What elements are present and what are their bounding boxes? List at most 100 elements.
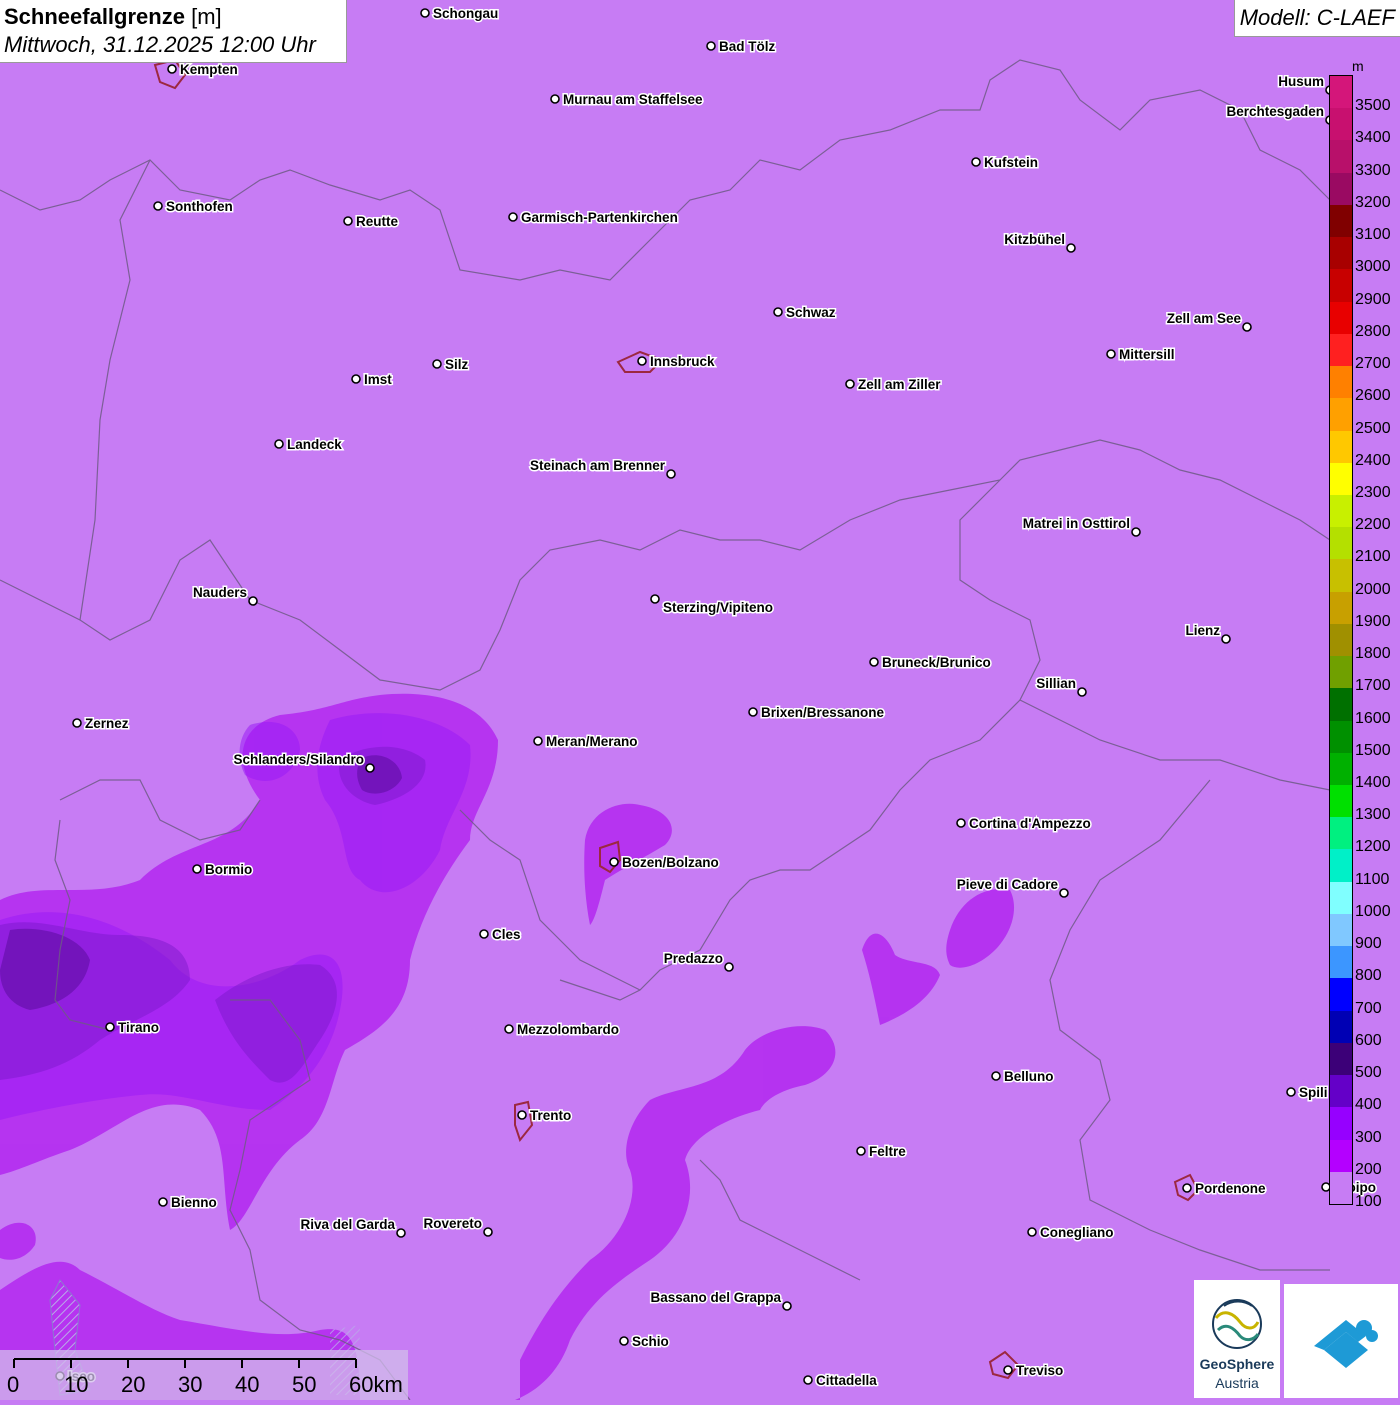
scale-label: 30 <box>178 1372 203 1397</box>
map-datetime: Mittwoch, 31.12.2025 12:00 Uhr <box>4 32 316 57</box>
city-marker[interactable]: Schongau <box>420 5 500 23</box>
map-title-main: Schneefallgrenze <box>4 4 185 29</box>
city-dot-icon <box>782 1301 792 1311</box>
legend-level-label: 1400 <box>1355 774 1391 792</box>
city-dot-icon <box>971 157 981 167</box>
legend-swatch <box>1330 269 1352 303</box>
city-label: Lienz <box>1185 623 1220 638</box>
legend-swatch <box>1330 1171 1352 1205</box>
city-dot-icon <box>420 8 430 18</box>
map-title-unit: [m] <box>191 4 222 29</box>
city-label: Murnau am Staffelsee <box>563 92 703 107</box>
city-label: Bozen/Bolzano <box>622 855 719 870</box>
city-dot-icon <box>1182 1183 1192 1193</box>
legend-swatch <box>1330 366 1352 399</box>
legend-level-label: 2000 <box>1355 580 1391 598</box>
city-label: Silz <box>445 357 469 372</box>
legend-swatch <box>1330 398 1352 431</box>
legend-level-label: 1700 <box>1355 677 1391 695</box>
city-dot-icon <box>748 707 758 717</box>
legend-level-label: 200 <box>1355 1160 1382 1178</box>
city-dot-icon <box>1242 322 1252 332</box>
city-marker[interactable]: Murnau am Staffelsee <box>550 91 705 109</box>
legend-level-label: 3500 <box>1355 97 1391 115</box>
city-label: Kufstein <box>984 155 1038 170</box>
legend-swatch <box>1330 76 1352 109</box>
legend-level-label: 2100 <box>1355 548 1391 566</box>
city-label: Zell am Ziller <box>858 377 941 392</box>
city-label: Landeck <box>287 437 342 452</box>
city-marker[interactable]: Brixen/Bressanone <box>748 704 886 722</box>
legend-swatch <box>1330 1010 1352 1044</box>
city-dot-icon <box>343 216 353 226</box>
legend-level-label: 300 <box>1355 1128 1382 1146</box>
city-label: Steinach am Brenner <box>530 458 666 473</box>
city-dot-icon <box>72 718 82 728</box>
city-marker[interactable]: Garmisch-Partenkirchen <box>508 209 679 227</box>
city-label: Schlanders/Silandro <box>233 752 364 767</box>
city-marker[interactable]: Conegliano <box>1027 1224 1115 1242</box>
legend-swatch <box>1330 656 1352 689</box>
city-label: Schwaz <box>786 305 836 320</box>
city-dot-icon <box>1027 1227 1037 1237</box>
title-panel: Schneefallgrenze [m] Mittwoch, 31.12.202… <box>0 0 347 63</box>
city-marker[interactable]: Sonthofen <box>153 198 234 216</box>
scale-label: 20 <box>121 1372 146 1397</box>
city-label: Schio <box>632 1334 669 1349</box>
city-dot-icon <box>1059 888 1069 898</box>
map-area[interactable]: Schongau Bad Tölz Kempten Murnau am Staffel… <box>0 0 1400 1401</box>
legend-swatch <box>1330 752 1352 786</box>
legend-swatch <box>1330 817 1352 850</box>
city-label: Sillian <box>1036 676 1076 691</box>
legend-swatch <box>1330 913 1352 947</box>
legend-level-label: 400 <box>1355 1096 1382 1114</box>
city-label: Pieve di Cadore <box>957 877 1059 892</box>
city-label: Tirano <box>118 1020 159 1035</box>
city-dot-icon <box>650 594 660 604</box>
legend-swatch <box>1330 430 1352 464</box>
city-dot-icon <box>1066 243 1076 253</box>
city-marker[interactable]: Bozen/Bolzano <box>609 854 720 872</box>
city-label: Predazzo <box>664 951 723 966</box>
legend-swatch <box>1330 237 1352 270</box>
scale-label: 50 <box>292 1372 317 1397</box>
city-dot-icon <box>351 374 361 384</box>
city-marker[interactable]: Bruneck/Brunico <box>869 654 992 672</box>
city-dot-icon <box>1077 687 1087 697</box>
city-dot-icon <box>619 1336 629 1346</box>
city-dot-icon <box>845 379 855 389</box>
city-dot-icon <box>856 1146 866 1156</box>
city-dot-icon <box>637 356 647 366</box>
city-dot-icon <box>666 469 676 479</box>
city-marker[interactable]: Cortina d'Ampezzo <box>956 815 1092 833</box>
city-label: Schongau <box>433 6 498 21</box>
legend-swatch <box>1330 559 1352 593</box>
cloud-arrow-icon <box>1314 1320 1378 1368</box>
city-label: Riva del Garda <box>300 1217 395 1232</box>
scale-label: 60km <box>349 1372 403 1397</box>
legend-swatch <box>1330 333 1352 367</box>
city-label: Cittadella <box>816 1373 877 1388</box>
legend-level-label: 2600 <box>1355 387 1391 405</box>
legend-level-label: 1200 <box>1355 838 1391 856</box>
logo-name: GeoSphere <box>1199 1356 1275 1372</box>
scale-bar <box>0 1350 408 1400</box>
legend-swatch <box>1330 172 1352 206</box>
city-dot-icon <box>517 1110 527 1120</box>
legend-level-label: 100 <box>1355 1193 1382 1210</box>
city-marker[interactable]: Meran/Merano <box>533 733 639 751</box>
legend-level-label: 2700 <box>1355 355 1391 373</box>
partner-logo[interactable] <box>1284 1284 1398 1398</box>
city-marker[interactable]: Pordenone <box>1182 1180 1267 1198</box>
city-marker[interactable]: Zell am Ziller <box>845 376 943 394</box>
legend-swatch <box>1330 946 1352 979</box>
legend-swatch <box>1330 301 1352 335</box>
legend-swatch <box>1330 140 1352 174</box>
snowfall-map: Schongau Bad Tölz Kempten Murnau am Staffel… <box>0 0 1400 1401</box>
geosphere-logo[interactable]: GeoSphere Austria <box>1194 1280 1280 1398</box>
city-dot-icon <box>167 64 177 74</box>
city-marker[interactable]: Mezzolombardo <box>504 1021 621 1039</box>
city-marker[interactable]: Innsbruck <box>637 353 717 371</box>
legend-swatch <box>1330 1042 1352 1076</box>
city-label: Kitzbühel <box>1004 232 1065 247</box>
